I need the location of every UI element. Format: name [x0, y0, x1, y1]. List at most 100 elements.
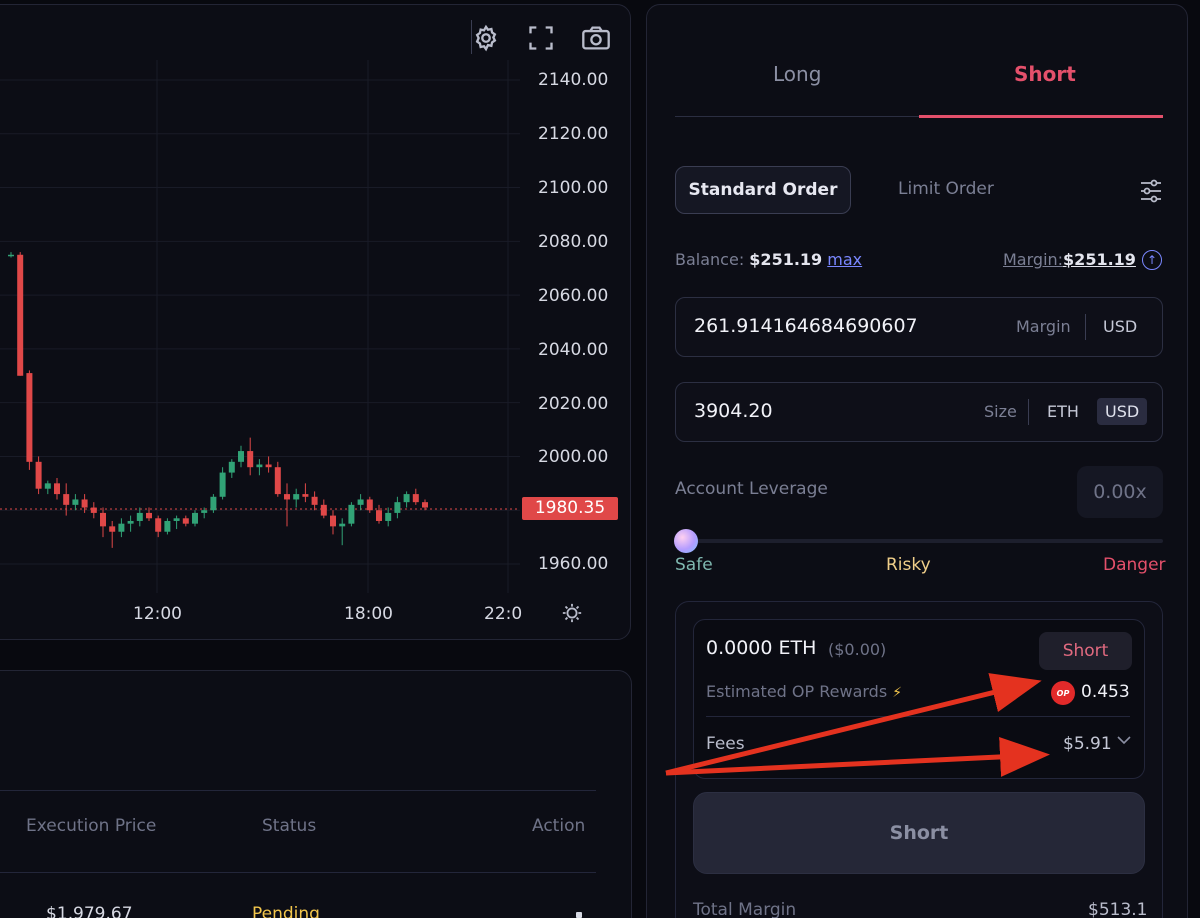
risk-risky-label: Risky — [886, 555, 931, 575]
candle-body — [339, 523, 346, 527]
candle-body — [118, 523, 125, 532]
table-header-divider — [0, 790, 596, 791]
camera-icon[interactable] — [580, 22, 612, 54]
candle-body — [44, 483, 51, 489]
price-tick-label: 2140.00 — [538, 70, 609, 90]
arrow-up-icon[interactable]: ↑ — [1142, 250, 1162, 270]
candle-body — [201, 510, 208, 513]
candle-body — [228, 461, 235, 473]
candle-body — [63, 494, 70, 505]
total-margin-label: Total Margin — [693, 900, 797, 918]
max-link[interactable]: max — [827, 250, 862, 269]
op-token-icon: OP — [1051, 681, 1075, 705]
candle-body — [348, 504, 355, 524]
size-input-field[interactable]: 3904.20 Size ETH USD — [675, 382, 1163, 442]
submit-short-button[interactable]: Short — [693, 792, 1145, 874]
candle-body — [274, 467, 281, 495]
input-divider — [1085, 314, 1086, 340]
price-tick-label: 2000.00 — [538, 447, 609, 467]
candle-body — [412, 494, 419, 503]
orders-panel — [0, 670, 632, 918]
op-rewards-label: Estimated OP Rewards ⚡ — [706, 682, 902, 701]
candle-body — [210, 496, 217, 511]
balance-value: $251.19 — [749, 250, 823, 269]
tab-short[interactable]: Short — [1014, 62, 1076, 86]
candlestick-series — [8, 252, 428, 548]
candle-body — [422, 502, 428, 508]
position-size-usd: ($0.00) — [828, 640, 887, 659]
size-input-value[interactable]: 3904.20 — [694, 400, 916, 422]
candle-body — [8, 254, 14, 257]
candle-body — [26, 373, 33, 462]
candle-body — [366, 499, 373, 511]
settings-icon[interactable] — [470, 22, 502, 54]
price-tick-label: 2040.00 — [538, 340, 609, 360]
size-input-label: Size — [984, 402, 1017, 421]
row-action-icon[interactable] — [576, 912, 582, 918]
candle-body — [155, 518, 162, 532]
fullscreen-icon[interactable] — [525, 22, 557, 54]
summary-divider — [706, 716, 1130, 717]
candle-body — [164, 520, 171, 532]
account-leverage-label: Account Leverage — [675, 479, 828, 499]
execution-price-cell: $1,979.67 — [46, 904, 133, 918]
candle-body — [219, 472, 226, 497]
candle-body — [90, 507, 97, 513]
candle-body — [302, 494, 309, 497]
leverage-input[interactable]: 0.00x — [1077, 466, 1163, 518]
candle-body — [146, 512, 152, 519]
tab-long[interactable]: Long — [773, 62, 821, 86]
chevron-down-icon[interactable] — [1116, 732, 1132, 752]
limit-order-button[interactable]: Limit Order — [898, 179, 994, 199]
candle-body — [182, 518, 189, 524]
candle-body — [256, 464, 263, 468]
op-rewards-value: 0.453 — [1081, 682, 1130, 702]
price-tick-label: 2020.00 — [538, 394, 609, 414]
leverage-slider-track[interactable] — [678, 539, 1163, 543]
sliders-icon[interactable] — [1139, 178, 1163, 204]
size-unit-usd[interactable]: USD — [1097, 398, 1148, 425]
margin-input-field[interactable]: 261.914164684690607 Margin USD — [675, 297, 1163, 357]
column-header-action: Action — [532, 816, 586, 836]
size-unit-eth[interactable]: ETH — [1047, 402, 1079, 421]
candle-body — [376, 510, 382, 521]
standard-order-button[interactable]: Standard Order — [675, 166, 851, 214]
chart-gridlines — [0, 60, 520, 593]
side-badge: Short — [1039, 632, 1132, 670]
candle-body — [81, 499, 88, 508]
balance-label: Balance: — [675, 250, 745, 269]
candle-body — [72, 499, 79, 505]
candle-body — [173, 518, 180, 521]
margin-input-value[interactable]: 261.914164684690607 — [694, 315, 916, 337]
balance-row: Balance: $251.19 max — [675, 250, 862, 269]
candle-body — [284, 494, 290, 500]
fees-value[interactable]: $5.91 — [1063, 734, 1112, 754]
price-tick-label: 2100.00 — [538, 178, 609, 198]
lightning-icon: ⚡ — [892, 685, 903, 701]
op-rewards-text: Estimated OP Rewards — [706, 682, 888, 701]
column-header-status: Status — [262, 816, 317, 836]
candle-body — [385, 512, 392, 521]
candle-body — [136, 512, 143, 521]
price-tick-label: 2060.00 — [538, 286, 609, 306]
candle-body — [17, 254, 24, 376]
chart-settings-icon[interactable] — [557, 598, 587, 628]
candle-body — [357, 499, 364, 505]
status-cell: Pending — [252, 904, 320, 918]
margin-input-label: Margin — [1016, 317, 1071, 336]
candle-body — [127, 520, 134, 524]
time-tick-label: 12:00 — [133, 604, 182, 624]
margin-row: Margin:$251.19 — [1003, 250, 1136, 269]
leverage-slider-thumb[interactable] — [674, 529, 698, 553]
margin-unit: USD — [1103, 317, 1138, 336]
table-row-divider — [0, 872, 596, 873]
risk-danger-label: Danger — [1103, 555, 1166, 575]
margin-label: Margin: — [1003, 250, 1064, 269]
candle-body — [293, 494, 300, 500]
price-tick-label: 2120.00 — [538, 124, 609, 144]
candle-body — [238, 451, 244, 462]
candle-body — [265, 464, 272, 468]
candle-body — [394, 502, 401, 513]
price-chart[interactable] — [0, 60, 630, 640]
column-header-execution-price: Execution Price — [26, 816, 157, 836]
